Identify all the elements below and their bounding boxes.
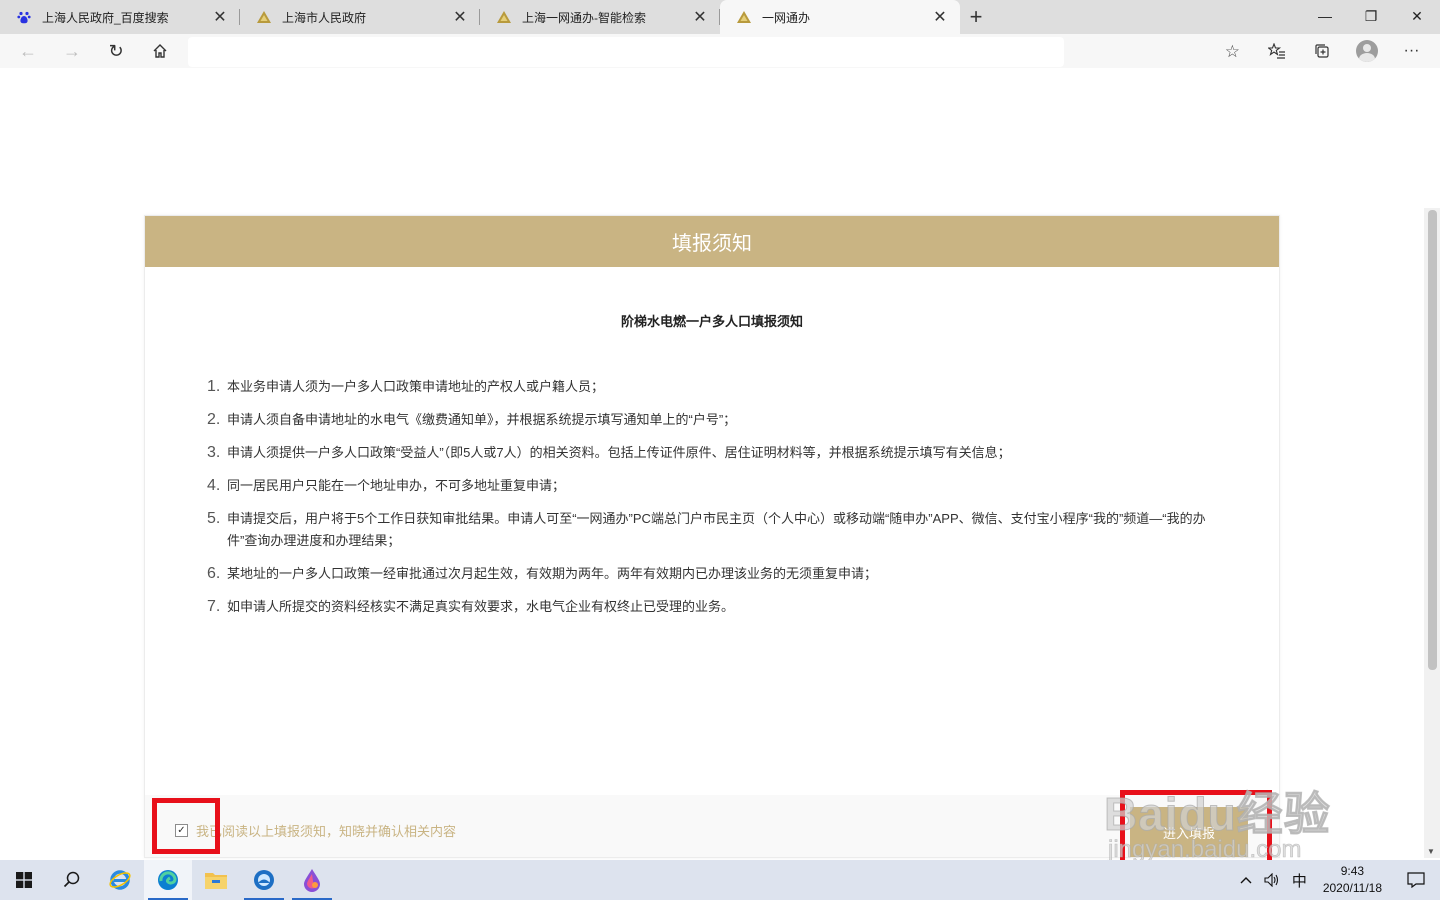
tab-close-icon[interactable]: ✕ bbox=[446, 3, 474, 31]
favorites-list-icon[interactable] bbox=[1254, 34, 1299, 68]
page-title: 填报须知 bbox=[672, 233, 752, 255]
tab-title: 上海市人民政府 bbox=[282, 10, 367, 25]
notification-center-icon[interactable] bbox=[1392, 860, 1440, 900]
item-number: 4. bbox=[207, 477, 221, 494]
item-text: 某地址的一户多人口政策一经审批通过次月起生效，有效期为两年。两年有效期内已办理该… bbox=[227, 566, 878, 581]
refresh-icon[interactable]: ↻ bbox=[94, 34, 138, 68]
search-icon[interactable] bbox=[48, 860, 96, 900]
collections-icon[interactable] bbox=[1299, 34, 1344, 68]
tab-close-icon[interactable]: ✕ bbox=[926, 3, 954, 31]
taskbar-clock[interactable]: 9:43 2020/11/18 bbox=[1313, 863, 1392, 897]
page-viewport: ▼ 填报须知 阶梯水电燃一户多人口填报须知 1. 本业务申请人须为一户多人口政策申… bbox=[0, 68, 1440, 858]
panel-header: 填报须知 bbox=[145, 216, 1279, 267]
highlight-box-button bbox=[1120, 790, 1272, 870]
notice-list: 1. 本业务申请人须为一户多人口政策申请地址的产权人或户籍人员； 2. 申请人须自备… bbox=[207, 376, 1207, 629]
new-tab-button[interactable]: + bbox=[960, 0, 992, 34]
tab-strip: 上海人民政府_百度搜索 ✕ 上海市人民政府 ✕ 上海一网通办-智能检索 ✕ 一网… bbox=[0, 0, 1440, 34]
item-text: 申请人须自备申请地址的水电气《缴费通知单》，并根据系统提示填写通知单上的“户号”… bbox=[227, 412, 737, 427]
tab-title: 一网通办 bbox=[762, 10, 811, 25]
more-menu-icon[interactable]: ··· bbox=[1389, 34, 1434, 68]
item-text: 申请人须提供一户多人口政策“受益人”（即5人或7人）的相关资料。包括上传证件原件… bbox=[227, 445, 1011, 460]
tab-close-icon[interactable]: ✕ bbox=[686, 3, 714, 31]
page-scrollbar[interactable]: ▼ bbox=[1424, 208, 1440, 858]
item-number: 2. bbox=[207, 411, 221, 428]
tab-title: 上海一网通办-智能检索 bbox=[522, 10, 646, 25]
list-item: 1. 本业务申请人须为一户多人口政策申请地址的产权人或户籍人员； bbox=[207, 376, 1207, 398]
system-tray: 中 9:43 2020/11/18 bbox=[1234, 860, 1440, 900]
tab-close-icon[interactable]: ✕ bbox=[206, 3, 234, 31]
profile-avatar[interactable] bbox=[1344, 34, 1389, 68]
clock-date: 2020/11/18 bbox=[1322, 881, 1382, 895]
address-bar-end: ☆ bbox=[1064, 37, 1250, 67]
toolbar-right-buttons: ··· bbox=[1254, 34, 1434, 68]
restore-icon[interactable]: ❐ bbox=[1348, 0, 1394, 32]
item-text: 申请提交后，用户将于5个工作日获知审批结果。申请人可至“一网通办”PC端总门户市… bbox=[227, 511, 1206, 548]
gov-emblem-icon bbox=[496, 9, 512, 25]
back-arrow-icon[interactable]: ← bbox=[6, 34, 50, 68]
list-item: 2. 申请人须自备申请地址的水电气《缴费通知单》，并根据系统提示填写通知单上的“户… bbox=[207, 409, 1207, 431]
gov-emblem-icon bbox=[736, 9, 752, 25]
ime-indicator[interactable]: 中 bbox=[1286, 860, 1313, 900]
internet-explorer-icon[interactable] bbox=[96, 860, 144, 900]
list-item: 4. 同一居民用户只能在一个地址申办，不可多地址重复申请； bbox=[207, 475, 1207, 497]
volume-icon[interactable] bbox=[1258, 860, 1286, 900]
avatar-icon bbox=[1355, 40, 1378, 62]
item-number: 5. bbox=[207, 510, 221, 527]
baidu-paw-icon bbox=[16, 9, 32, 25]
tray-overflow-chevron-icon[interactable] bbox=[1234, 860, 1258, 900]
clock-time: 9:43 bbox=[1340, 864, 1365, 878]
edge-browser-icon[interactable] bbox=[144, 860, 192, 900]
item-number: 1. bbox=[207, 378, 221, 395]
paint-app-icon[interactable] bbox=[288, 860, 336, 900]
agree-label[interactable]: 我已阅读以上填报须知，知晓并确认相关内容 bbox=[196, 821, 456, 840]
favorite-star-icon[interactable]: ☆ bbox=[1225, 42, 1240, 62]
home-icon[interactable] bbox=[138, 34, 182, 68]
list-item: 3. 申请人须提供一户多人口政策“受益人”（即5人或7人）的相关资料。包括上传证件… bbox=[207, 442, 1207, 464]
scrollbar-thumb[interactable] bbox=[1428, 210, 1437, 670]
windows-taskbar: 中 9:43 2020/11/18 bbox=[0, 860, 1440, 900]
list-item: 5. 申请提交后，用户将于5个工作日获知审批结果。申请人可至“一网通办”PC端总门… bbox=[207, 508, 1207, 552]
forward-arrow-icon[interactable]: → bbox=[50, 34, 94, 68]
item-number: 6. bbox=[207, 565, 221, 582]
tab-yiwangtongban[interactable]: 一网通办 ✕ bbox=[720, 0, 960, 34]
list-item: 6. 某地址的一户多人口政策一经审批通过次月起生效，有效期为两年。两年有效期内已办… bbox=[207, 563, 1207, 585]
scroll-down-arrow-icon[interactable]: ▼ bbox=[1427, 847, 1435, 856]
tab-baidu-search[interactable]: 上海人民政府_百度搜索 ✕ bbox=[0, 0, 240, 34]
photos-app-icon[interactable] bbox=[240, 860, 288, 900]
item-number: 3. bbox=[207, 444, 221, 461]
tab-title: 上海人民政府_百度搜索 bbox=[42, 10, 169, 25]
windows-start-icon[interactable] bbox=[0, 860, 48, 900]
panel-footer: ✓ 我已阅读以上填报须知，知晓并确认相关内容 进入填报 bbox=[145, 795, 1279, 857]
item-number: 7. bbox=[207, 598, 221, 615]
window-controls: — ❐ ✕ bbox=[1302, 0, 1440, 34]
highlight-box-checkbox bbox=[152, 798, 220, 854]
tab-shanghai-gov[interactable]: 上海市人民政府 ✕ bbox=[240, 0, 480, 34]
item-text: 本业务申请人须为一户多人口政策申请地址的产权人或户籍人员； bbox=[227, 379, 605, 394]
item-text: 如申请人所提交的资料经核实不满足真实有效要求，水电气企业有权终止已受理的业务。 bbox=[227, 599, 735, 614]
file-explorer-icon[interactable] bbox=[192, 860, 240, 900]
address-bar-input[interactable] bbox=[188, 37, 1064, 67]
window-close-icon[interactable]: ✕ bbox=[1394, 0, 1440, 32]
notice-panel: 填报须知 阶梯水电燃一户多人口填报须知 1. 本业务申请人须为一户多人口政策申请地… bbox=[144, 215, 1280, 858]
notice-heading: 阶梯水电燃一户多人口填报须知 bbox=[620, 314, 803, 329]
browser-toolbar: ← → ↻ ☆ ··· bbox=[0, 34, 1440, 68]
minimize-icon[interactable]: — bbox=[1302, 0, 1348, 32]
gov-emblem-icon bbox=[256, 9, 272, 25]
tab-yiwangtongban-search[interactable]: 上海一网通办-智能检索 ✕ bbox=[480, 0, 720, 34]
item-text: 同一居民用户只能在一个地址申办，不可多地址重复申请； bbox=[227, 478, 566, 493]
list-item: 7. 如申请人所提交的资料经核实不满足真实有效要求，水电气企业有权终止已受理的业务… bbox=[207, 596, 1207, 618]
